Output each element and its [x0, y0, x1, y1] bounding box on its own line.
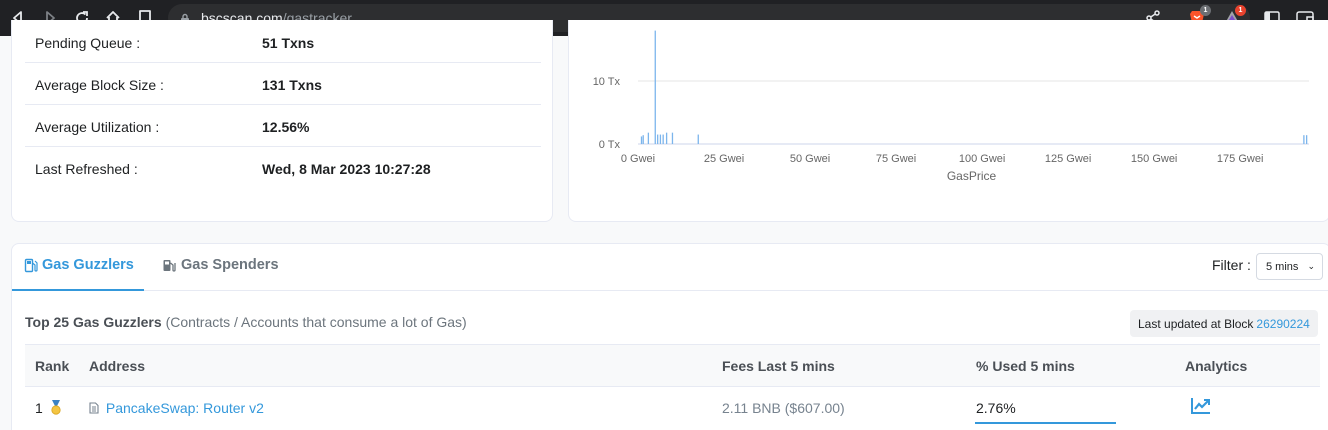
last-updated-label: Last updated at Block: [1138, 316, 1254, 331]
brave-shields-badge: 1: [1200, 5, 1211, 16]
rank-value: 1: [35, 400, 43, 416]
tab-label: Gas Spenders: [181, 257, 279, 273]
x-axis-label: GasPrice: [947, 169, 997, 183]
chart-bar: [654, 30, 656, 144]
x-tick-label: 100 Gwei: [959, 153, 1005, 165]
stat-label: Last Refreshed :: [35, 161, 138, 177]
used-progress-bar: [975, 422, 1116, 424]
y-tick-label: 0 Tx: [599, 139, 621, 151]
x-tick-label: 50 Gwei: [790, 153, 830, 165]
last-updated-block-link[interactable]: 26290224: [1256, 317, 1309, 331]
stat-row-average-utilization: Average Utilization : 12.56%: [25, 105, 541, 147]
chart-bar: [659, 134, 662, 144]
section-heading: Top 25 Gas Guzzlers: [25, 314, 162, 330]
chart-bar: [642, 135, 644, 144]
stat-row-average-block-size: Average Block Size : 131 Txns: [25, 63, 541, 105]
table-header: Rank Address Fees Last 5 mins % Used 5 m…: [25, 344, 1320, 387]
gas-guzzlers-card: Gas Guzzlers Gas Spenders Filter : 5 min…: [11, 243, 1328, 430]
y-tick-label: 10 Tx: [593, 76, 621, 88]
used-cell: 2.76%: [976, 400, 1016, 416]
x-tick-label: 0 Gwei: [621, 153, 655, 165]
gas-pump-icon: [24, 258, 38, 272]
header-analytics: Analytics: [1185, 358, 1248, 374]
chart-bar: [1305, 135, 1308, 144]
filter-label: Filter :: [1212, 257, 1251, 273]
header-used: % Used 5 mins: [976, 358, 1075, 374]
x-tick-label: 175 Gwei: [1217, 153, 1263, 165]
analytics-chart-icon[interactable]: [1191, 397, 1211, 418]
chart-bar: [665, 132, 668, 144]
gas-spenders-icon: [163, 259, 176, 272]
brave-rewards-badge: 1: [1235, 5, 1246, 16]
chart-bar: [647, 132, 650, 144]
header-fees: Fees Last 5 mins: [722, 358, 835, 374]
stat-value: 51 Txns: [262, 35, 315, 51]
gas-price-chart: 0 Tx 10 Tx 0 Gwei 25 Gwei 50 Gwei 75 Gwei 100 …: [593, 30, 1309, 183]
table-row: 1 PancakeSwap: Router v2 2.11 BNB ($607.…: [25, 387, 1320, 430]
tab-label: Gas Guzzlers: [42, 257, 134, 273]
chart-bar: [697, 134, 699, 144]
header-rank: Rank: [35, 358, 70, 374]
filter-select[interactable]: 5 mins ⌄: [1256, 253, 1323, 280]
tab-gas-guzzlers[interactable]: Gas Guzzlers: [24, 257, 134, 273]
section-subtitle: (Contracts / Accounts that consume a lot…: [165, 314, 467, 330]
rank-cell: 1: [35, 400, 62, 418]
active-tab-indicator: [12, 289, 144, 291]
fees-cell: 2.11 BNB ($607.00): [722, 400, 845, 416]
contract-file-icon: [89, 401, 99, 417]
tab-bar: Gas Guzzlers Gas Spenders Filter : 5 min…: [12, 244, 1328, 291]
header-address: Address: [89, 358, 146, 374]
gas-price-chart-card: 0 Tx 10 Tx 0 Gwei 25 Gwei 50 Gwei 75 Gwei 100 …: [568, 20, 1328, 222]
gold-medal-icon: [50, 400, 62, 418]
x-tick-label: 150 Gwei: [1131, 153, 1177, 165]
stat-label: Average Utilization :: [35, 119, 160, 135]
stat-value: 12.56%: [262, 119, 310, 135]
x-tick-label: 125 Gwei: [1045, 153, 1091, 165]
stat-value: Wed, 8 Mar 2023 10:27:28: [262, 161, 431, 177]
stat-row-pending-queue: Pending Queue : 51 Txns: [25, 21, 541, 63]
address-cell[interactable]: PancakeSwap: Router v2: [89, 400, 264, 417]
section-title: Top 25 Gas Guzzlers (Contracts / Account…: [25, 314, 467, 330]
stat-label: Average Block Size :: [35, 77, 164, 93]
network-stats-card: Pending Queue : 51 Txns Average Block Si…: [11, 20, 553, 222]
chart-bar: [1303, 135, 1305, 144]
chart-bar: [640, 136, 643, 144]
chevron-down-icon: ⌄: [1307, 261, 1315, 271]
tab-gas-spenders[interactable]: Gas Spenders: [162, 257, 279, 273]
stat-row-last-refreshed: Last Refreshed : Wed, 8 Mar 2023 10:27:2…: [25, 147, 541, 189]
address-link[interactable]: PancakeSwap: Router v2: [106, 400, 264, 416]
last-updated-badge: Last updated at Block 26290224: [1130, 310, 1318, 337]
x-tick-label: 25 Gwei: [704, 153, 744, 165]
stat-label: Pending Queue :: [35, 35, 141, 51]
chart-bar: [657, 134, 659, 144]
chart-bar: [671, 132, 674, 144]
filter-value: 5 mins: [1266, 260, 1299, 273]
stat-value: 131 Txns: [262, 77, 322, 93]
chart-bar: [662, 134, 664, 144]
x-tick-label: 75 Gwei: [876, 153, 916, 165]
